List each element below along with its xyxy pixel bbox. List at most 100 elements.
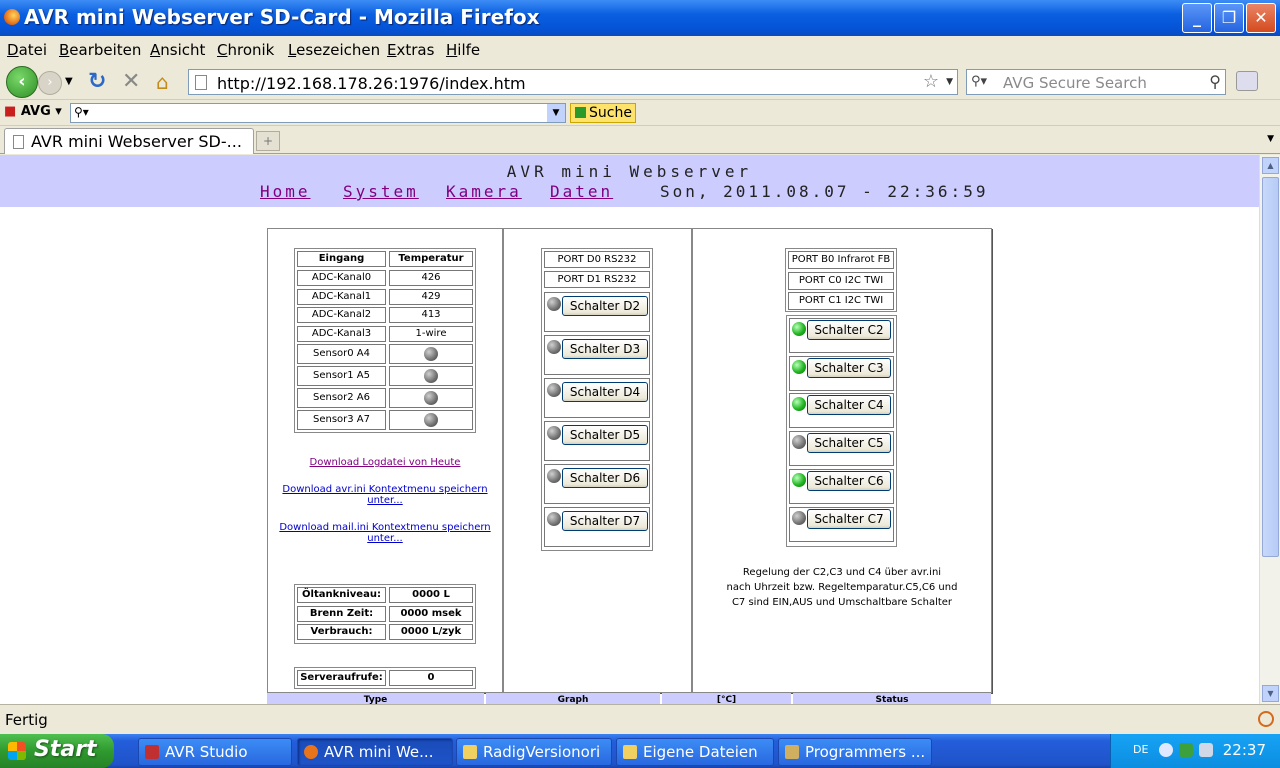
menu-bearbeiten[interactable]: Bearbeiten: [59, 41, 141, 59]
addon-icon[interactable]: [1236, 71, 1258, 91]
scroll-up-icon[interactable]: ▲: [1262, 157, 1279, 174]
port-c-label: PORT B0 Infrarot FB: [788, 251, 894, 269]
oil-value: 0000 L/zyk: [389, 624, 473, 640]
forward-button[interactable]: ›: [38, 71, 62, 95]
tray-arrow-icon[interactable]: [1159, 743, 1173, 757]
adc-header-temperatur: Temperatur: [389, 251, 473, 267]
site-header: AVR mini Webserver Home System Kamera Da…: [0, 155, 1259, 207]
adc-channel-value: 1-wire: [389, 325, 473, 342]
menu-chronik[interactable]: Chronik: [217, 41, 274, 59]
new-tab-button[interactable]: +: [256, 131, 280, 151]
switch-status-icon: [547, 426, 561, 440]
download-mail-ini-link[interactable]: Download mail.ini Kontextmenu speichern …: [278, 522, 492, 544]
switch-button-c3[interactable]: Schalter C3: [807, 357, 891, 378]
avg-logo[interactable]: ■ AVG ▾: [4, 104, 62, 119]
minimize-button[interactable]: _: [1182, 3, 1212, 33]
scroll-thumb[interactable]: [1262, 177, 1279, 557]
task-programmers[interactable]: Programmers ...: [778, 738, 932, 766]
switch-status-icon: [547, 469, 561, 483]
search-placeholder[interactable]: AVG Secure Search: [1003, 74, 1147, 92]
server-calls-label: Serveraufrufe:: [297, 670, 386, 686]
sensor-label: Sensor2 A6: [297, 388, 386, 408]
task-avr-studio[interactable]: AVR Studio: [138, 738, 292, 766]
nav-link-home[interactable]: Home: [260, 182, 311, 201]
vertical-scrollbar[interactable]: ▲ ▼: [1259, 155, 1280, 704]
col-header-graph: Graph: [486, 693, 660, 704]
url-bar[interactable]: http://192.168.178.26:1976/index.htm ☆ ▼: [188, 69, 958, 95]
switch-status-icon: [547, 340, 561, 354]
port-d-label: PORT D0 RS232: [544, 251, 650, 268]
search-engine-icon[interactable]: ⚲▾: [971, 74, 987, 89]
task-eigene-dateien[interactable]: Eigene Dateien: [616, 738, 774, 766]
menu-extras[interactable]: Extras: [387, 41, 434, 59]
col-header-type: Type: [267, 693, 484, 704]
maximize-button[interactable]: ❐: [1214, 3, 1244, 33]
download-avr-ini-link[interactable]: Download avr.ini Kontextmenu speichern u…: [280, 484, 490, 506]
nav-link-kamera[interactable]: Kamera: [446, 182, 522, 201]
tab-active[interactable]: AVR mini Webserver SD-...: [4, 128, 254, 154]
back-button[interactable]: ‹: [6, 66, 38, 98]
download-log-link[interactable]: Download Logdatei von Heute: [290, 457, 480, 468]
tray-monitor-icon[interactable]: [1199, 743, 1213, 757]
switch-button-d5[interactable]: Schalter D5: [562, 425, 648, 445]
adc-channel-value: 426: [389, 270, 473, 286]
switch-button-d2[interactable]: Schalter D2: [562, 296, 648, 316]
switch-button-c4[interactable]: Schalter C4: [807, 395, 891, 416]
switch-button-d4[interactable]: Schalter D4: [562, 382, 648, 402]
stop-icon[interactable]: ✕: [122, 69, 140, 94]
programmers-icon: [785, 745, 799, 759]
page-content: AVR mini Webserver Home System Kamera Da…: [0, 155, 1259, 704]
switch-button-d3[interactable]: Schalter D3: [562, 339, 648, 359]
avg-search-button[interactable]: Suche: [570, 103, 636, 123]
close-button[interactable]: ✕: [1246, 3, 1276, 33]
switch-button-d7[interactable]: Schalter D7: [562, 511, 648, 531]
system-tray: DE 22:37: [1110, 734, 1280, 768]
menu-datei[interactable]: Datei: [7, 41, 47, 59]
sensor-status-icon: [424, 369, 438, 383]
menu-hilfe[interactable]: Hilfe: [446, 41, 480, 59]
avg-search-dropdown-icon[interactable]: ▼: [547, 104, 565, 122]
switch-button-c2[interactable]: Schalter C2: [807, 320, 891, 340]
switch-button-c6[interactable]: Schalter C6: [807, 470, 891, 491]
url-text[interactable]: http://192.168.178.26:1976/index.htm: [217, 74, 526, 93]
start-button[interactable]: Start: [0, 734, 114, 768]
title-bar: AVR mini Webserver SD-Card - Mozilla Fir…: [0, 0, 1280, 36]
menu-ansicht[interactable]: Ansicht: [150, 41, 205, 59]
avg-search-arrow-icon: [575, 107, 586, 118]
language-indicator[interactable]: DE: [1133, 743, 1148, 756]
port-c-label: PORT C0 I2C TWI: [788, 271, 894, 290]
home-icon[interactable]: ⌂: [156, 70, 169, 94]
sensor-label: Sensor0 A4: [297, 344, 386, 364]
col-header-status: Status: [793, 693, 991, 704]
status-bar: Fertig: [0, 704, 1280, 734]
oil-value: 0000 L: [389, 587, 473, 603]
task-firefox[interactable]: AVR mini We...: [297, 738, 453, 766]
scroll-down-icon[interactable]: ▼: [1262, 685, 1279, 702]
search-go-icon[interactable]: ⚲: [1209, 72, 1221, 91]
sensor-label: Sensor1 A5: [297, 366, 386, 386]
firefox-task-icon: [304, 745, 318, 759]
security-icon[interactable]: [1258, 711, 1274, 727]
switch-button-c7[interactable]: Schalter C7: [807, 508, 891, 529]
sensor-status-icon: [424, 347, 438, 361]
sensor-label: Sensor3 A7: [297, 410, 386, 430]
url-dropdown-icon[interactable]: ▼: [946, 77, 953, 87]
history-dropdown-icon[interactable]: ▼: [65, 76, 73, 87]
nav-link-daten[interactable]: Daten: [550, 182, 613, 201]
menu-lesezeichen[interactable]: Lesezeichen: [288, 41, 380, 59]
adc-channel-value: 413: [389, 307, 473, 323]
task-radigversionori[interactable]: RadigVersionori: [456, 738, 612, 766]
windows-flag-icon: [8, 742, 26, 760]
adc-channel-label: ADC-Kanal3: [297, 325, 386, 342]
switch-button-d6[interactable]: Schalter D6: [562, 468, 648, 488]
window-title: AVR mini Webserver SD-Card - Mozilla Fir…: [24, 5, 540, 29]
switch-button-c5[interactable]: Schalter C5: [807, 433, 891, 454]
tab-list-icon[interactable]: ▼: [1267, 134, 1274, 144]
nav-link-system[interactable]: System: [343, 182, 419, 201]
search-bar[interactable]: ⚲▾ AVG Secure Search ⚲: [966, 69, 1226, 95]
tray-network-icon[interactable]: [1179, 743, 1193, 757]
reload-icon[interactable]: ↻: [88, 69, 106, 94]
avg-search-input[interactable]: ⚲▾ ▼: [70, 103, 566, 123]
adc-channel-label: ADC-Kanal1: [297, 288, 386, 305]
bookmark-star-icon[interactable]: ☆: [923, 71, 939, 92]
